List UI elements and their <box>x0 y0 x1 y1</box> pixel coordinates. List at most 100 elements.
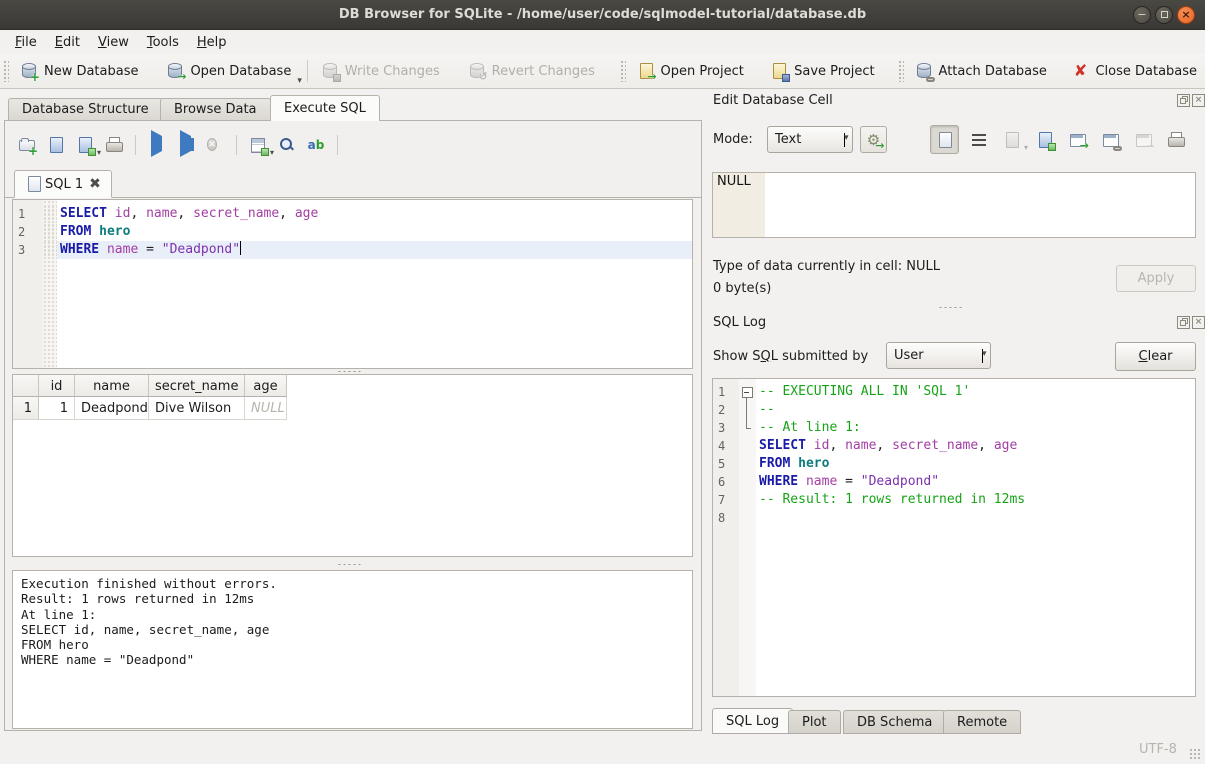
menu-file[interactable]: File <box>6 33 46 52</box>
close-dock-icon[interactable]: × <box>1192 94 1205 107</box>
code-text: -- Result: 1 rows returned in 12ms <box>756 491 1195 509</box>
sql-editor-lines: 1SELECT id, name, secret_name, age2FROM … <box>13 200 692 259</box>
attach-database-button[interactable]: Attach Database <box>907 58 1055 84</box>
execute-all-icon[interactable] <box>148 136 166 154</box>
row-number[interactable]: 1 <box>13 397 39 420</box>
code-line: 2-- <box>713 401 1195 419</box>
text-caret <box>240 241 241 255</box>
toolbar-handle[interactable] <box>898 60 904 82</box>
save-sql-file-icon[interactable]: ▾ <box>76 136 94 154</box>
maximize-button[interactable] <box>1155 6 1173 24</box>
dock-tab-remote[interactable]: Remote <box>943 710 1021 734</box>
menu-help[interactable]: Help <box>188 33 236 52</box>
close-database-button[interactable]: ✘ Close Database <box>1063 58 1205 84</box>
sql-log-filter-select[interactable]: User ▾ <box>886 342 991 369</box>
splitter-handle[interactable] <box>938 306 964 309</box>
code-line: 3 WHERE name = "Deadpond" <box>13 241 692 259</box>
print-cell-icon[interactable] <box>1166 130 1186 150</box>
cell-id[interactable]: 1 <box>39 397 75 420</box>
column-header-secret-name[interactable]: secret_name <box>149 375 245 397</box>
minimize-button[interactable]: − <box>1133 6 1151 24</box>
code-text: -- EXECUTING ALL IN 'SQL 1' <box>756 383 1195 401</box>
auto-complete-icon[interactable]: ab <box>307 136 325 154</box>
set-null-icon[interactable]: − <box>1134 130 1154 150</box>
code-text: WHERE name = "Deadpond" <box>57 241 692 259</box>
cell-age[interactable]: NULL <box>245 397 287 420</box>
fold-marker[interactable] <box>739 383 756 401</box>
export-results-icon[interactable]: ▾ <box>249 136 267 154</box>
clear-log-button[interactable]: Clear <box>1115 342 1196 371</box>
toolbar-handle[interactable] <box>620 60 626 82</box>
format-sql-icon[interactable] <box>350 136 368 154</box>
toolbar-handle[interactable] <box>3 60 9 82</box>
close-button[interactable]: × <box>1177 6 1195 24</box>
column-header-name[interactable]: name <box>75 375 149 397</box>
splitter-handle[interactable] <box>337 370 363 373</box>
resize-grip[interactable] <box>1189 748 1201 760</box>
cell-secret-name[interactable]: Dive Wilson <box>149 397 245 420</box>
dock-tab-db-schema[interactable]: DB Schema <box>843 710 946 734</box>
cell-null-value: NULL <box>713 173 765 237</box>
stop-execution-icon[interactable]: × <box>206 136 224 154</box>
export-data-icon[interactable] <box>1035 130 1055 150</box>
sql-tab-bar: SQL 1 ✖ <box>5 168 701 198</box>
cell-name[interactable]: Deadpond <box>75 397 149 420</box>
menu-bar: File Edit View Tools Help <box>0 30 1205 54</box>
execute-current-line-icon[interactable] <box>177 136 195 154</box>
chevron-down-icon: ▾ <box>844 133 845 147</box>
copy-link-icon[interactable] <box>1101 130 1121 150</box>
code-line: 3-- At line 1: <box>713 419 1195 437</box>
open-database-button[interactable]: → Open Database <box>158 58 299 84</box>
column-header-id[interactable]: id <box>39 375 75 397</box>
tab-browse-data[interactable]: Browse Data <box>160 98 271 121</box>
menu-tools[interactable]: Tools <box>138 33 188 52</box>
revert-changes-button[interactable]: ↺ Revert Changes <box>460 58 603 84</box>
write-changes-button[interactable]: Write Changes <box>313 58 448 84</box>
sql-editor-toolbar: + ▾ × ▾ ab <box>18 132 368 158</box>
title-bar[interactable]: DB Browser for SQLite - /home/user/code/… <box>0 0 1205 30</box>
close-dock-icon[interactable]: × <box>1192 316 1205 329</box>
close-sql-tab-icon[interactable]: ✖ <box>89 177 101 191</box>
float-dock-icon[interactable] <box>1177 94 1190 107</box>
apply-settings-button[interactable]: ⚙→ <box>860 126 887 153</box>
fold-margin <box>739 455 756 473</box>
edit-cell-dock-title: Edit Database Cell <box>713 93 833 108</box>
corner-header[interactable] <box>13 375 39 397</box>
cell-value-editor[interactable]: NULL <box>712 172 1196 238</box>
dock-tab-plot[interactable]: Plot <box>788 710 841 734</box>
results-grid[interactable]: id name secret_name age 1 1 Deadpond Div… <box>12 374 693 557</box>
dock-tab-sql-log[interactable]: SQL Log <box>712 708 793 734</box>
sql-log-view[interactable]: 1-- EXECUTING ALL IN 'SQL 1'2--3-- At li… <box>712 378 1196 697</box>
sql-document-icon <box>25 175 39 193</box>
find-replace-icon[interactable] <box>278 136 296 154</box>
sql-editor[interactable]: 1SELECT id, name, secret_name, age2FROM … <box>12 199 693 369</box>
text-mode-button[interactable] <box>930 125 959 154</box>
import-data-icon[interactable]: ▾ <box>1002 130 1022 150</box>
open-sql-tab-icon[interactable]: + <box>18 136 36 154</box>
tab-execute-sql[interactable]: Execute SQL <box>270 95 380 121</box>
open-database-dropdown[interactable]: ▾ <box>297 76 302 88</box>
line-number: 3 <box>13 241 43 259</box>
line-number: 8 <box>713 509 739 527</box>
menu-edit[interactable]: Edit <box>46 33 89 52</box>
column-header-age[interactable]: age <box>245 375 287 397</box>
open-external-icon[interactable]: → <box>1068 130 1088 150</box>
save-project-button[interactable]: Save Project <box>762 58 883 84</box>
fold-margin <box>739 473 756 491</box>
apply-button[interactable]: Apply <box>1116 265 1196 292</box>
print-icon[interactable] <box>105 136 123 154</box>
float-dock-icon[interactable] <box>1177 316 1190 329</box>
new-database-button[interactable]: + New Database <box>12 58 147 84</box>
mode-select[interactable]: Text ▾ <box>767 126 853 153</box>
open-project-button[interactable]: → Open Project <box>629 58 752 84</box>
word-wrap-icon[interactable] <box>969 130 989 150</box>
gear-icon: ⚙→ <box>865 131 883 149</box>
chevron-down-icon: ▾ <box>982 349 983 363</box>
menu-view[interactable]: View <box>89 33 138 52</box>
tab-database-structure[interactable]: Database Structure <box>8 98 163 121</box>
splitter-handle[interactable] <box>337 563 363 566</box>
code-text <box>756 509 1195 527</box>
open-sql-file-icon[interactable] <box>47 136 65 154</box>
open-project-icon: → <box>637 62 655 80</box>
sql-tab[interactable]: SQL 1 ✖ <box>14 170 112 198</box>
